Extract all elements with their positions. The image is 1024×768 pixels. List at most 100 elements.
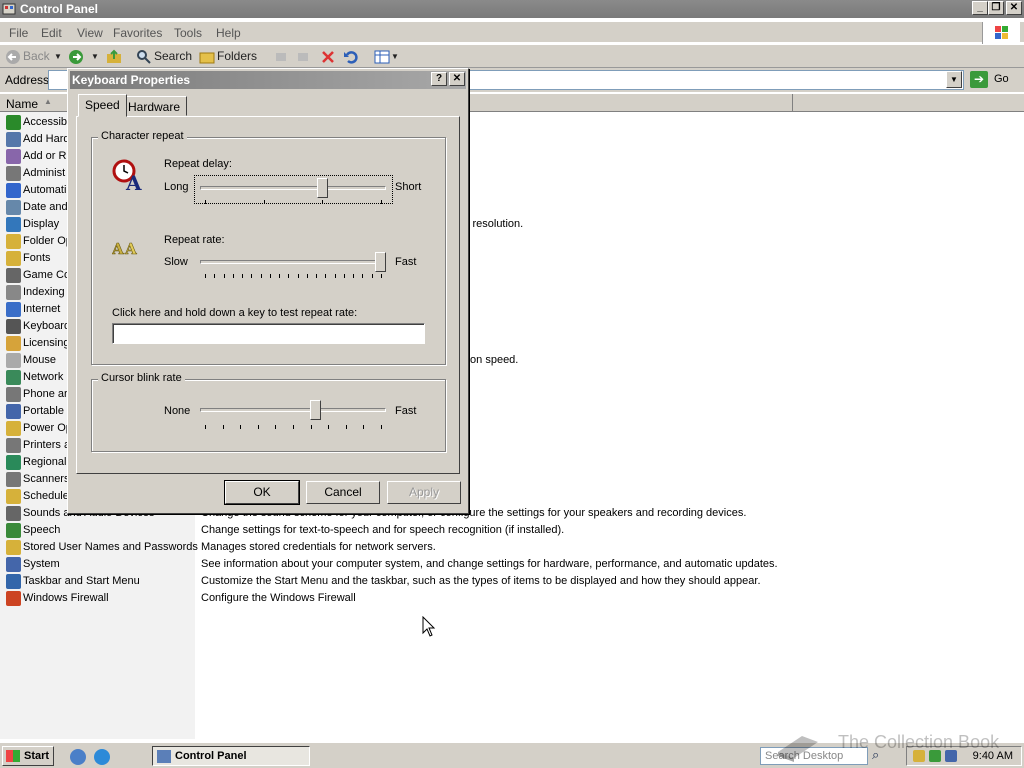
slider-tick — [260, 274, 262, 278]
window-title: Control Panel — [20, 2, 99, 16]
slider-tick — [223, 274, 225, 278]
undo-icon[interactable] — [343, 49, 359, 65]
test-repeat-input[interactable] — [112, 323, 425, 344]
repeat-delay-max-label: Short — [395, 181, 422, 193]
copy-to-icon[interactable] — [296, 50, 310, 64]
dialog-title-bar[interactable]: Keyboard Properties ? ✕ — [70, 71, 466, 89]
slider-tick — [325, 274, 327, 278]
applet-name: Portable — [23, 405, 64, 417]
ok-button[interactable]: OK — [224, 480, 300, 505]
slider-tick — [232, 274, 234, 278]
help-button[interactable]: ? — [431, 72, 447, 86]
applet-name: Licensing — [23, 337, 70, 349]
control-panel-icon — [157, 750, 171, 763]
slider-tick — [310, 425, 312, 429]
forward-arrow-icon[interactable] — [68, 49, 84, 65]
menu-favorites[interactable]: Favorites — [113, 26, 162, 40]
repeat-delay-min-label: Long — [164, 181, 189, 193]
repeat-delay-thumb[interactable] — [317, 178, 329, 198]
list-item[interactable]: Taskbar and Start Menu Customize the Star… — [0, 573, 1024, 590]
svg-text:A: A — [112, 240, 124, 258]
address-dropdown-icon[interactable]: ▼ — [946, 71, 962, 88]
applet-icon — [6, 387, 21, 402]
applet-icon — [6, 302, 21, 317]
taskbar-item-control-panel[interactable]: Control Panel — [152, 746, 310, 766]
applet-icon — [6, 319, 21, 334]
tab-hardware[interactable]: Hardware — [121, 96, 188, 116]
character-repeat-legend: Character repeat — [98, 130, 187, 142]
slider-tick — [306, 274, 308, 278]
cursor-blink-legend: Cursor blink rate — [98, 372, 185, 384]
back-arrow-icon[interactable] — [5, 49, 21, 65]
cancel-button[interactable]: Cancel — [306, 481, 380, 504]
applet-name: Accessibi — [23, 116, 70, 128]
applet-description: Manages stored credentials for network s… — [201, 541, 436, 553]
repeat-rate-thumb[interactable] — [375, 252, 386, 272]
slider-tick — [371, 274, 373, 278]
keyboard-properties-dialog[interactable]: Keyboard Properties ? ✕ Speed Hardware C… — [67, 68, 469, 514]
applet-name: Display — [23, 218, 60, 230]
back-button[interactable]: Back — [23, 49, 50, 63]
applet-icon — [6, 234, 21, 249]
go-button[interactable]: ➔ Go — [968, 70, 1018, 90]
search-button[interactable]: Search — [154, 49, 192, 63]
applet-icon — [6, 591, 21, 606]
applet-icon — [6, 489, 21, 504]
delete-icon[interactable] — [320, 49, 336, 65]
folders-button[interactable]: Folders — [217, 49, 257, 63]
apply-button[interactable]: Apply — [387, 481, 461, 504]
start-button[interactable]: Start — [2, 746, 54, 766]
menu-file[interactable]: File — [9, 26, 28, 40]
back-dropdown-icon[interactable]: ▼ — [54, 52, 62, 61]
title-bar[interactable]: Control Panel _ ❐ ✕ — [0, 0, 1024, 18]
slider-tick — [279, 274, 281, 278]
minimize-button[interactable]: _ — [972, 1, 988, 15]
menu-help[interactable]: Help — [216, 26, 241, 40]
applet-icon — [6, 251, 21, 266]
cursor-blink-thumb[interactable] — [310, 400, 322, 420]
views-dropdown-icon[interactable]: ▼ — [391, 52, 399, 61]
cursor-blink-slider[interactable] — [200, 400, 386, 429]
list-item[interactable]: System See information about your compute… — [0, 556, 1024, 573]
repeat-rate-slider[interactable] — [200, 252, 386, 280]
applet-description: Configure the Windows Firewall — [201, 592, 356, 604]
slider-tick — [363, 425, 365, 429]
character-repeat-group: Character repeat A Repeat delay: Long Sh… — [91, 130, 446, 365]
applet-name: Fonts — [23, 252, 51, 264]
slider-tick — [381, 425, 382, 429]
menu-view[interactable]: View — [77, 26, 103, 40]
close-button[interactable]: ✕ — [1006, 1, 1022, 15]
list-item[interactable]: Windows Firewall Configure the Windows Fi… — [0, 590, 1024, 607]
restore-button[interactable]: ❐ — [988, 1, 1004, 15]
list-item[interactable]: Stored User Names and Passwords Manages s… — [0, 539, 1024, 556]
applet-icon — [6, 472, 21, 487]
applet-name: Phone ar — [23, 388, 68, 400]
applet-name: Mouse — [23, 354, 57, 366]
show-desktop-icon[interactable] — [70, 749, 86, 765]
applet-icon — [6, 149, 21, 164]
views-icon[interactable] — [374, 49, 392, 65]
tab-speed[interactable]: Speed — [78, 94, 127, 117]
applet-name: Power Op — [23, 422, 72, 434]
repeat-delay-slider[interactable] — [200, 178, 386, 206]
forward-dropdown-icon[interactable]: ▼ — [91, 52, 99, 61]
up-folder-icon[interactable] — [106, 49, 122, 65]
slider-tick — [288, 274, 290, 278]
list-item[interactable]: Speech Change settings for text-to-speech… — [0, 522, 1024, 539]
menu-edit[interactable]: Edit — [41, 26, 62, 40]
applet-icon — [6, 574, 21, 589]
applet-icon — [6, 540, 21, 555]
slider-tick — [205, 274, 206, 278]
cursor-blink-group: Cursor blink rate None Fast — [91, 372, 446, 452]
applet-name: Administ — [23, 167, 66, 179]
slider-tick — [242, 274, 244, 278]
menu-tools[interactable]: Tools — [174, 26, 202, 40]
internet-explorer-icon[interactable] — [94, 749, 110, 765]
applet-icon — [6, 166, 21, 181]
move-to-icon[interactable] — [274, 50, 288, 64]
dialog-close-button[interactable]: ✕ — [449, 72, 465, 86]
address-label: Address — [5, 73, 50, 87]
slider-tick — [316, 274, 318, 278]
mouse-pointer-icon — [422, 616, 436, 637]
slider-tick — [362, 274, 364, 278]
